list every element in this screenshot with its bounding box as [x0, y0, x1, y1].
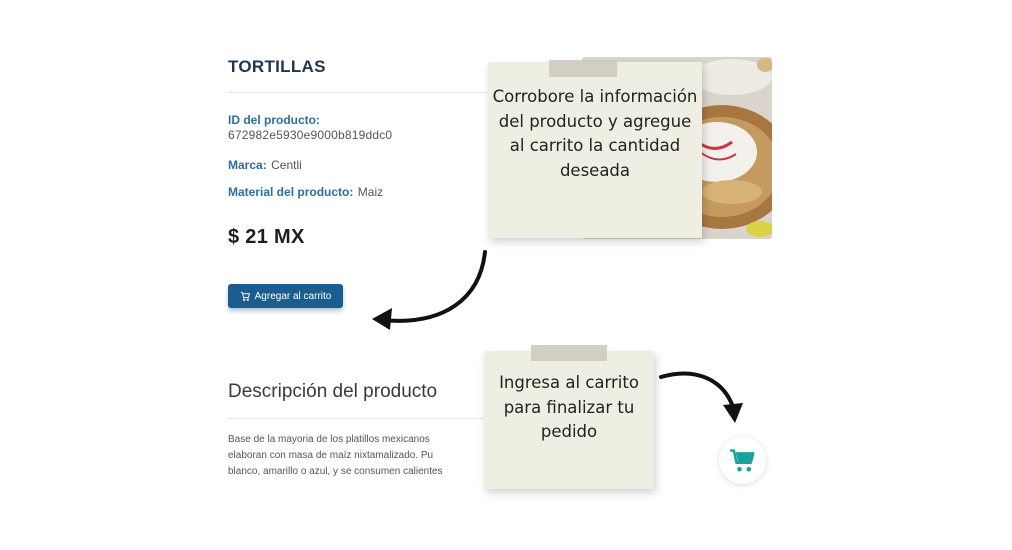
- cart-icon: [240, 291, 250, 301]
- material-row: Material del producto: Maiz: [228, 183, 383, 201]
- sticky-note-cart-text: Ingresa al carrito para finalizar tu ped…: [499, 373, 639, 441]
- description-line: blanco, amarillo o azul, y se consumen c…: [228, 466, 443, 477]
- description-divider: [228, 418, 498, 419]
- description-text: Base de la mayoria de los platillos mexi…: [228, 432, 488, 480]
- product-title: TORTILLAS: [228, 57, 326, 76]
- sticky-note-cart: Ingresa al carrito para finalizar tu ped…: [484, 351, 654, 489]
- cart-icon: [729, 448, 755, 471]
- title-divider: [228, 92, 496, 93]
- brand-row: Marca: Centli: [228, 156, 302, 174]
- product-price: $ 21 MX: [228, 226, 305, 248]
- cart-floating-button[interactable]: [719, 437, 766, 484]
- curved-arrow-left-icon: [372, 250, 487, 330]
- curved-arrow-right-icon: [659, 371, 743, 423]
- add-to-cart-button[interactable]: Agregar al carrito: [228, 284, 343, 308]
- add-to-cart-label: Agregar al carrito: [254, 290, 332, 302]
- product-id-value: 672982e5930e9000b819ddc0: [228, 128, 393, 142]
- material-value: Maiz: [357, 185, 384, 199]
- sticky-note-instructions-text: Corrobore la información del producto y …: [492, 87, 698, 180]
- description-title: Descripción del producto: [228, 381, 438, 402]
- tape-strip: [549, 60, 617, 77]
- sticky-note-instructions: Corrobore la información del producto y …: [488, 62, 702, 238]
- material-label: Material del producto:: [228, 185, 354, 199]
- description-line: Base de la mayoria de los platillos mexi…: [228, 434, 430, 445]
- product-id-label: ID del producto:: [228, 113, 320, 127]
- description-line: elaboran con masa de maíz nixtamalizado.…: [228, 450, 434, 461]
- brand-label: Marca:: [228, 158, 267, 172]
- tape-strip: [531, 345, 607, 361]
- brand-value: Centli: [271, 158, 302, 172]
